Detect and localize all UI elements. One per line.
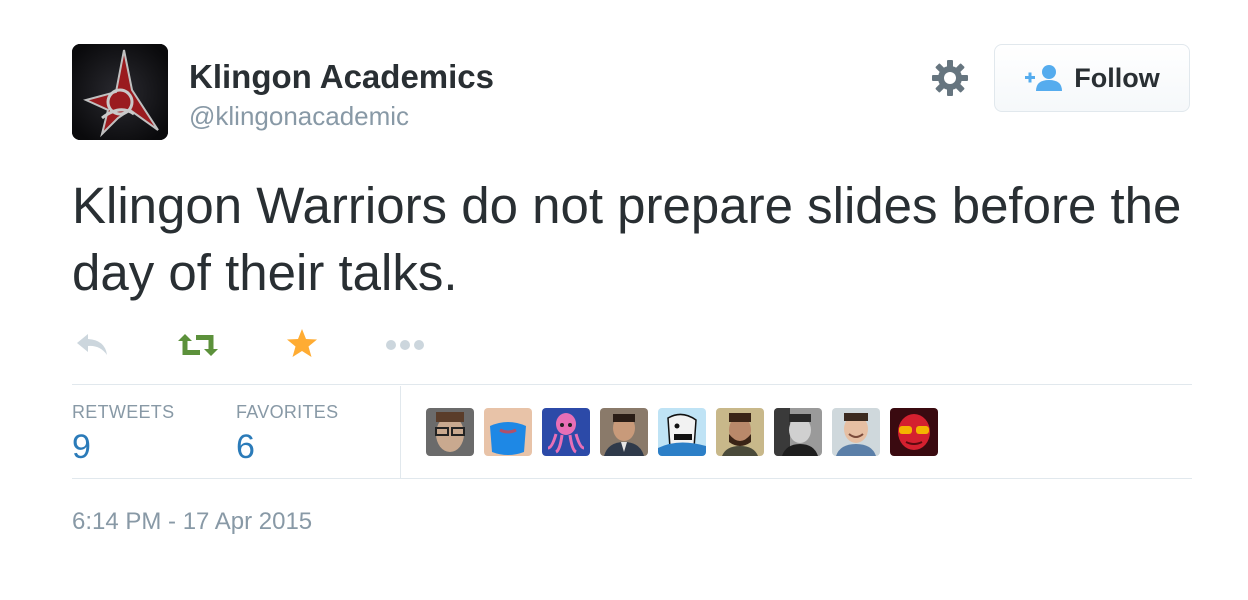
gear-icon[interactable] [930, 58, 970, 98]
follow-label: Follow [1074, 62, 1160, 93]
follow-button[interactable]: Follow [994, 44, 1190, 112]
stats-top-divider [72, 384, 1192, 385]
author-handle[interactable]: @klingonacademic [189, 101, 409, 132]
star-icon [287, 329, 317, 357]
user-avatar-cartoon-face[interactable] [658, 408, 706, 456]
stats-bottom-divider [72, 478, 1192, 479]
stats-vertical-divider [400, 386, 401, 479]
user-avatar-blue-beard[interactable] [484, 408, 532, 456]
reply-button[interactable] [74, 330, 110, 358]
retweets-count[interactable]: 9 [72, 428, 91, 467]
user-avatar-glasses-man[interactable] [426, 408, 474, 456]
retweets-label[interactable]: RETWEETS [72, 402, 174, 423]
klingon-emblem-icon [72, 44, 168, 140]
user-avatar-bw-man[interactable] [774, 408, 822, 456]
add-user-icon [1025, 65, 1063, 91]
more-dots-icon [386, 340, 424, 350]
favorite-button[interactable] [286, 328, 318, 358]
reply-icon [77, 334, 107, 355]
user-avatar-smiling-man[interactable] [832, 408, 880, 456]
favorites-label[interactable]: FAVORITES [236, 402, 338, 423]
retweet-button[interactable] [176, 332, 220, 358]
tweet-timestamp[interactable]: 6:14 PM - 17 Apr 2015 [72, 508, 312, 536]
retweet-icon [178, 334, 218, 356]
tweet-text: Klingon Warriors do not prepare slides b… [72, 177, 1182, 301]
user-avatar-red-face-goggles[interactable] [890, 408, 938, 456]
author-avatar[interactable] [72, 44, 168, 140]
user-avatar-suit-man[interactable] [600, 408, 648, 456]
user-avatar-bearded-man[interactable] [716, 408, 764, 456]
author-name[interactable]: Klingon Academics [189, 58, 494, 96]
more-button[interactable] [385, 338, 425, 350]
user-avatar-pink-squid[interactable] [542, 408, 590, 456]
favorites-count[interactable]: 6 [236, 428, 255, 467]
